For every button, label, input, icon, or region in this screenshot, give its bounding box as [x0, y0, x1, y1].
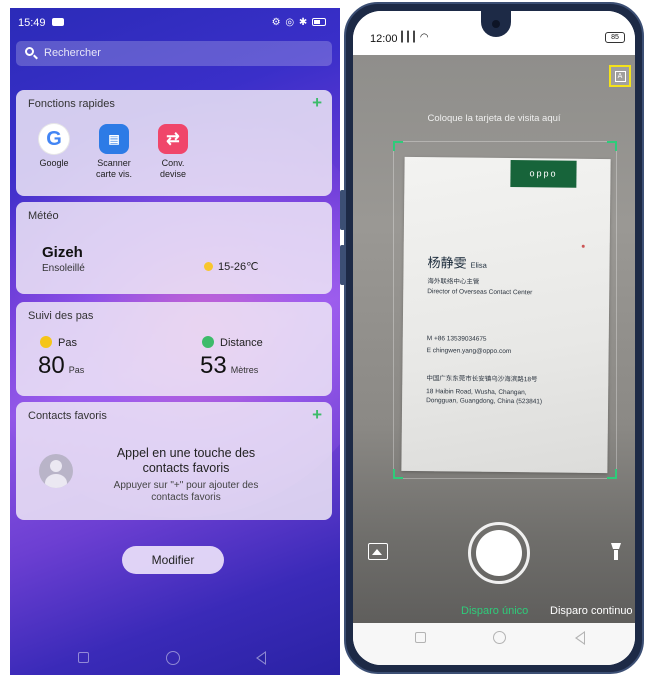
- converter-label-line1: Conv.: [161, 158, 185, 168]
- business-card-scanner-icon: ▤: [99, 124, 129, 154]
- steps-unit: Pas: [68, 365, 85, 375]
- recents-icon[interactable]: [78, 652, 89, 663]
- home-icon[interactable]: [493, 631, 506, 644]
- battery-icon: [312, 18, 326, 27]
- distance-label: Distance: [220, 337, 263, 349]
- currency-converter-app[interactable]: ⇄ Conv. devise: [145, 124, 201, 180]
- scanner-label-line2: carte vis.: [95, 169, 132, 179]
- search-icon: [25, 47, 34, 56]
- left-phone-screen: 15:49 ⚙ ◎ ✱ Rechercher Fonctions rapides…: [10, 8, 340, 675]
- steps-label-wrap: Pas: [40, 336, 77, 349]
- placement-hint: Coloque la tarjeta de visita aquí: [427, 113, 561, 124]
- currency-converter-icon: ⇄: [158, 124, 188, 154]
- favorite-contacts-title: Contacts favoris: [28, 410, 107, 422]
- contacts-message-line2: contacts favoris: [142, 461, 230, 475]
- google-icon: G: [39, 124, 69, 154]
- frame-corner: [607, 141, 617, 151]
- weather-temperature-wrap: 15-26℃: [204, 260, 259, 273]
- distance-value: 53: [200, 352, 227, 379]
- footprints-icon: [40, 336, 52, 348]
- message-notification-icon: [52, 18, 64, 26]
- right-phone-screen: 12:00 ┃┃┃ ◠ 85 A Coloque la tarjeta de v…: [353, 11, 635, 665]
- camera-controls: Disparo único Disparo continuo: [353, 517, 635, 623]
- weather-card[interactable]: Météo Gizeh Ensoleillé 15-26℃: [16, 202, 332, 294]
- left-status-time: 15:49: [18, 17, 46, 29]
- distance-value-wrap: 53 Mètres: [200, 352, 258, 380]
- weather-city: Gizeh: [42, 244, 83, 261]
- status-symbols: ⚙ ◎ ✱: [271, 17, 309, 28]
- recents-icon[interactable]: [415, 632, 426, 643]
- flashlight-icon[interactable]: [611, 543, 621, 561]
- screenshot-composite: 15:49 ⚙ ◎ ✱ Rechercher Fonctions rapides…: [0, 0, 648, 675]
- contacts-hint-line2: contacts favoris: [151, 492, 221, 503]
- search-placeholder: Rechercher: [44, 47, 101, 59]
- search-input[interactable]: Rechercher: [16, 41, 332, 66]
- signal-wifi-icon: ┃┃┃ ◠: [399, 32, 429, 43]
- frame-corner: [393, 141, 403, 151]
- camera-viewfinder[interactable]: A Coloque la tarjeta de visita aquí oppo…: [353, 55, 635, 623]
- favorite-contacts-card: Contacts favoris + Appel en une touche d…: [16, 402, 332, 520]
- battery-icon: 85: [605, 32, 625, 43]
- weather-temperature: 15-26℃: [218, 261, 259, 273]
- front-camera-notch: [481, 11, 511, 37]
- modify-button[interactable]: Modifier: [122, 546, 224, 574]
- add-quick-function-icon[interactable]: +: [312, 93, 322, 113]
- weather-title: Météo: [28, 210, 59, 222]
- gallery-icon[interactable]: [368, 543, 388, 560]
- distance-unit: Mètres: [230, 365, 259, 375]
- continuous-shot-mode[interactable]: Disparo continuo: [550, 605, 633, 617]
- google-label: Google: [39, 158, 69, 168]
- home-icon[interactable]: [166, 651, 180, 665]
- status-icons: ⚙ ◎ ✱: [272, 17, 326, 28]
- step-tracker-card[interactable]: Suivi des pas Pas 80 Pas Distance 53 Mètre…: [16, 302, 332, 396]
- left-navigation-bar: [10, 648, 340, 670]
- scan-frame: [393, 141, 617, 479]
- right-phone: 12:00 ┃┃┃ ◠ 85 A Coloque la tarjeta de v…: [344, 2, 644, 674]
- contacts-hint-line1: Appuyer sur "+" pour ajouter des: [113, 480, 259, 491]
- step-tracker-title: Suivi des pas: [28, 310, 94, 322]
- back-icon[interactable]: [575, 631, 585, 645]
- quick-functions-card: Fonctions rapides + G Google ▤ Scanner c…: [16, 90, 332, 196]
- single-shot-mode[interactable]: Disparo único: [461, 605, 528, 617]
- sun-icon: [204, 262, 213, 271]
- google-app[interactable]: G Google: [26, 124, 82, 169]
- frame-corner: [393, 469, 403, 479]
- steps-label: Pas: [58, 337, 77, 349]
- business-card-scanner-app[interactable]: ▤ Scanner carte vis.: [86, 124, 142, 180]
- left-status-bar: 15:49 ⚙ ◎ ✱: [10, 8, 340, 36]
- shutter-button[interactable]: [468, 522, 530, 584]
- steps-value: 80: [38, 352, 65, 379]
- distance-label-wrap: Distance: [202, 336, 263, 349]
- favorite-contacts-message: Appel en une touche des contacts favoris: [86, 446, 286, 476]
- scanner-label-line1: Scanner: [97, 158, 131, 168]
- auto-capture-icon: A: [614, 71, 626, 82]
- right-status-bar: 12:00 ┃┃┃ ◠ 85: [353, 11, 635, 55]
- steps-value-wrap: 80 Pas: [38, 352, 84, 380]
- quick-functions-title: Fonctions rapides: [28, 98, 115, 110]
- distance-icon: [202, 336, 214, 348]
- add-contact-icon[interactable]: +: [312, 405, 322, 425]
- right-navigation-bar: [353, 623, 635, 665]
- contacts-message-line1: Appel en une touche des: [116, 446, 256, 460]
- back-icon[interactable]: [256, 651, 266, 665]
- converter-label-line2: devise: [159, 169, 186, 179]
- right-status-time: 12:00: [370, 33, 398, 45]
- weather-condition: Ensoleillé: [42, 263, 85, 274]
- frame-corner: [607, 469, 617, 479]
- favorite-contacts-hint: Appuyer sur "+" pour ajouter des contact…: [86, 480, 286, 504]
- avatar-placeholder-icon: [39, 454, 73, 488]
- auto-capture-toggle[interactable]: A: [609, 65, 631, 87]
